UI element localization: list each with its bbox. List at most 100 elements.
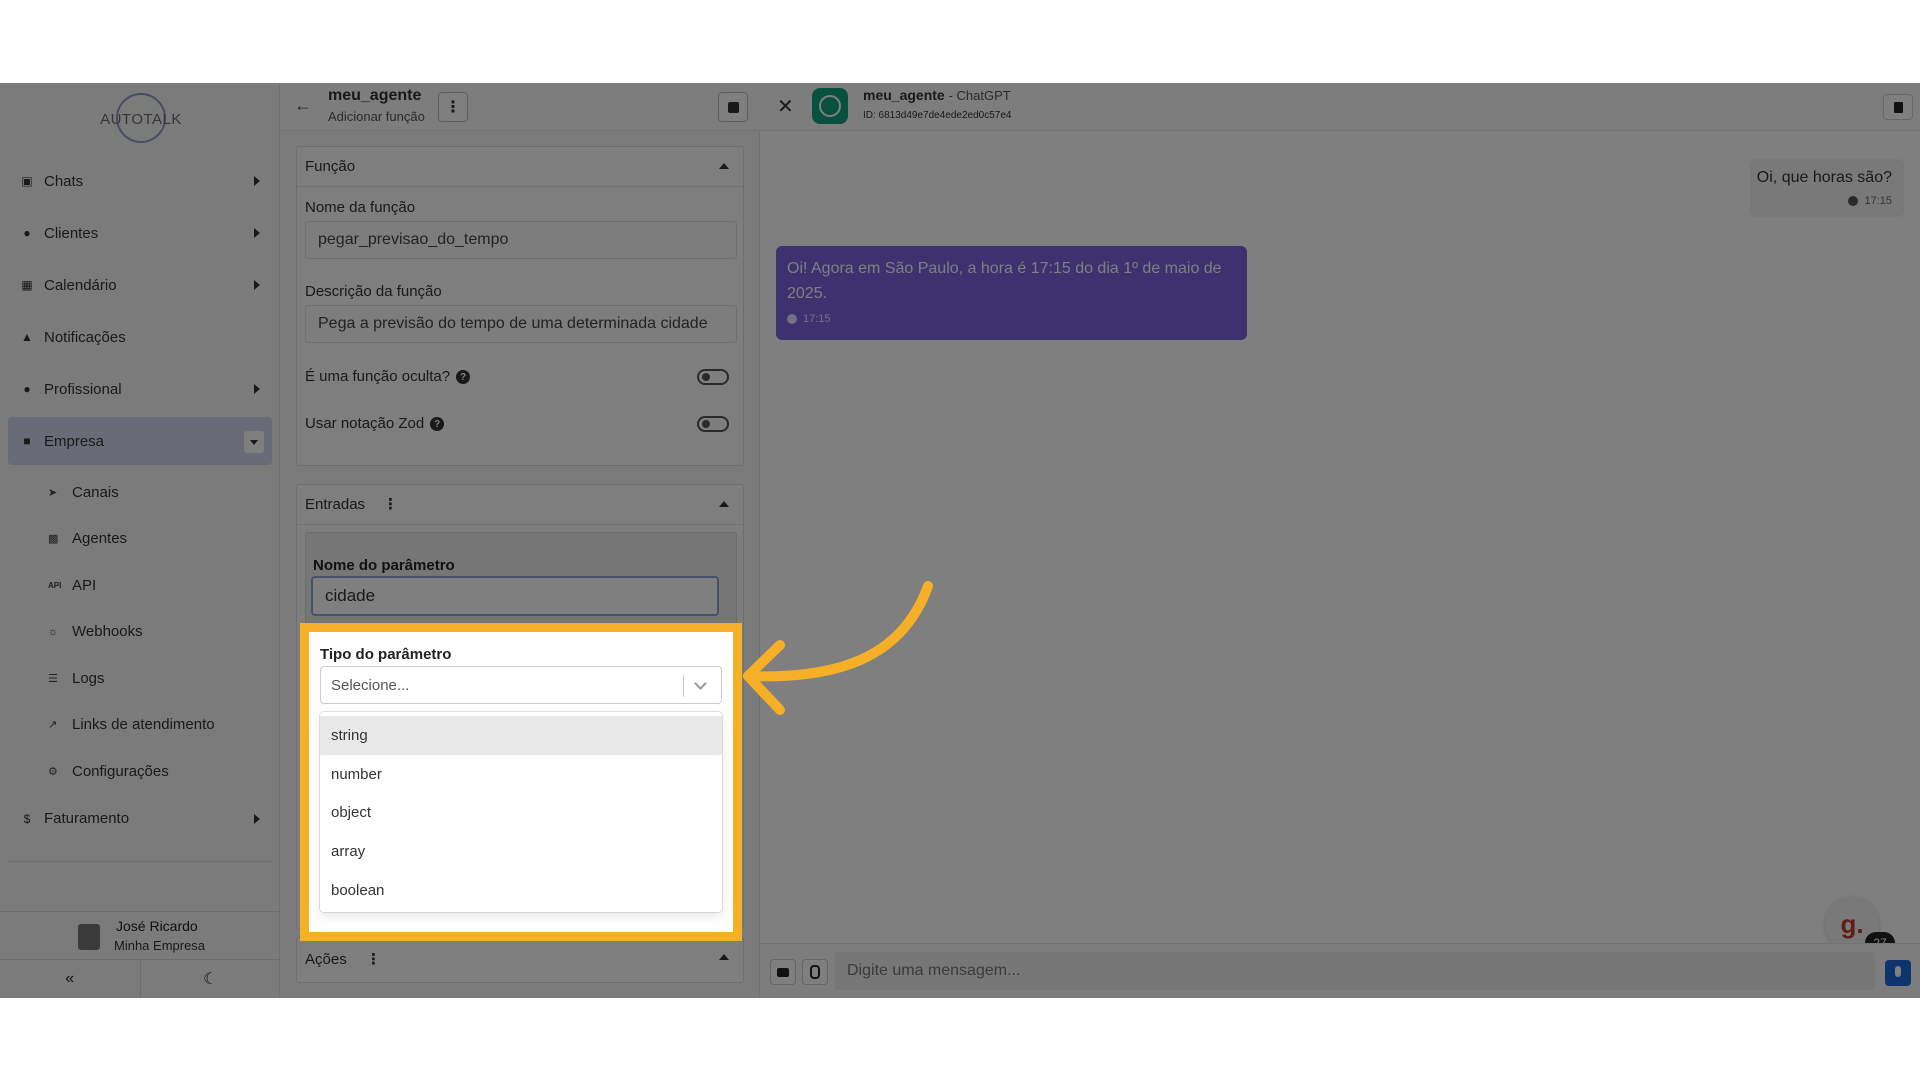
parameter-type-menu: string number object array boolean — [320, 712, 722, 912]
subitem-label: Logs — [72, 669, 105, 687]
users-icon: ● — [23, 226, 31, 240]
option-boolean[interactable]: boolean — [320, 871, 722, 910]
card-title: Entradas — [305, 496, 366, 513]
acoes-card[interactable]: Ações ⋮ — [296, 937, 744, 983]
message-time: 17:15 — [1848, 195, 1892, 207]
bell-icon: ▲ — [21, 330, 33, 344]
list-icon: ☰ — [48, 672, 58, 685]
option-object[interactable]: object — [320, 793, 722, 832]
option-string[interactable]: string — [320, 716, 722, 755]
sidebar-subitem-links-atendimento[interactable]: ↗ Links de atendimento — [8, 702, 272, 749]
sidebar-item-clientes[interactable]: ● Clientes — [8, 209, 272, 257]
card-title: Função — [305, 158, 356, 175]
chat-icon: ▣ — [21, 174, 33, 188]
app-window: AUTOTALK ▣ Chats ● Clientes ▦ Calendário… — [0, 83, 1920, 998]
sidebar-item-label: Calendário — [44, 276, 117, 294]
moon-icon: ☾ — [203, 971, 218, 988]
sidebar-item-faturamento[interactable]: $ Faturamento — [8, 795, 272, 843]
function-description-input[interactable]: Pega a previsão do tempo de uma determin… — [305, 305, 737, 343]
parameter-type-select[interactable]: Selecione... — [320, 666, 722, 704]
gear-icon: ⚙ — [48, 765, 58, 778]
api-icon: API — [48, 580, 62, 590]
save-button[interactable] — [718, 92, 748, 122]
dark-mode-button[interactable]: ☾ — [141, 960, 281, 998]
user-avatar — [78, 924, 100, 950]
option-array[interactable]: array — [320, 832, 722, 871]
bot-id: ID: 6813d49e7de4ede2ed0c57e4 — [863, 110, 1012, 121]
chat-header: ✕ meu_agente - ChatGPT ID: 6813d49e7de4e… — [760, 83, 1920, 131]
sidebar-item-label: Empresa — [44, 432, 105, 450]
clock-icon — [787, 314, 797, 325]
funcao-card-header[interactable]: Função — [297, 147, 743, 187]
sidebar-item-empresa[interactable]: ■ Empresa — [8, 417, 272, 465]
close-icon[interactable]: ✕ — [777, 94, 794, 119]
sidebar-subitem-webhooks[interactable]: ☼ Webhooks — [8, 609, 272, 656]
webhook-icon: ☼ — [48, 625, 59, 638]
select-placeholder: Selecione... — [331, 677, 410, 694]
sidebar: AUTOTALK ▣ Chats ● Clientes ▦ Calendário… — [0, 83, 280, 998]
hidden-function-toggle[interactable] — [697, 369, 729, 385]
caret-right-icon — [254, 280, 260, 290]
caret-up-icon[interactable] — [719, 501, 729, 507]
caret-right-icon — [254, 228, 260, 238]
option-number[interactable]: number — [320, 755, 722, 794]
user-name: José Ricardo — [116, 918, 198, 934]
building-icon: ■ — [23, 434, 31, 448]
kebab-icon[interactable]: ⋮ — [366, 950, 381, 968]
clear-chat-button[interactable] — [1883, 94, 1913, 120]
parameter-name-label: Nome do parâmetro — [313, 557, 455, 574]
sidebar-item-label: Faturamento — [44, 810, 130, 827]
parameter-name-input[interactable]: cidade — [311, 576, 719, 616]
kebab-icon[interactable]: ⋮ — [383, 495, 398, 513]
message-outgoing: Oi, que horas são? 17:15 — [1750, 159, 1904, 217]
sidebar-item-notificacoes[interactable]: ▲ Notificações — [8, 313, 272, 361]
sidebar-subitem-logs[interactable]: ☰ Logs — [8, 655, 272, 702]
sidebar-subitem-agentes[interactable]: ▩ Agentes — [8, 516, 272, 563]
hidden-function-label: É uma função oculta?? — [305, 368, 471, 385]
message-input[interactable] — [835, 952, 1875, 990]
user-tie-icon: ● — [23, 382, 31, 396]
chatgpt-avatar — [812, 88, 848, 124]
sidebar-item-chats[interactable]: ▣ Chats — [8, 157, 272, 205]
subitem-label: Agentes — [72, 530, 128, 548]
caret-up-icon[interactable] — [719, 163, 729, 169]
caret-right-icon — [254, 384, 260, 394]
collapse-sidebar-button[interactable]: « — [0, 960, 141, 998]
sidebar-subitem-api[interactable]: API API — [8, 562, 272, 609]
bot-title: meu_agente - ChatGPT — [863, 87, 1011, 103]
subitem-label: API — [72, 576, 97, 594]
sidebar-subitem-canais[interactable]: ➤ Canais — [8, 469, 272, 516]
microphone-button[interactable] — [1885, 960, 1911, 986]
function-description-label: Descrição da função — [305, 283, 442, 300]
question-icon[interactable]: ? — [456, 370, 471, 385]
message-composer — [760, 943, 1920, 998]
attach-button[interactable] — [802, 959, 828, 985]
back-arrow-icon[interactable]: ← — [294, 95, 312, 116]
badge-letter: g. — [1840, 908, 1864, 939]
function-name-input[interactable]: pegar_previsao_do_tempo — [305, 221, 737, 259]
subitem-label: Configurações — [72, 762, 169, 780]
message-text: Oi, que horas são? — [1756, 169, 1892, 186]
subitem-label: Webhooks — [72, 623, 143, 641]
question-icon[interactable]: ? — [430, 417, 445, 432]
sidebar-subitem-configuracoes[interactable]: ⚙ Configurações — [8, 748, 272, 795]
caret-down-icon[interactable] — [244, 431, 264, 453]
sidebar-item-calendario[interactable]: ▦ Calendário — [8, 261, 272, 309]
card-title: Ações — [305, 951, 347, 968]
clock-icon — [1848, 196, 1859, 207]
chevron-down-icon[interactable] — [694, 677, 707, 690]
entradas-card-header[interactable]: Entradas ⋮ — [297, 485, 743, 525]
sidebar-item-label: Profissional — [44, 380, 122, 398]
message-time: 17:15 — [787, 313, 831, 325]
zod-notation-text: Usar notação Zod — [305, 415, 425, 432]
camera-button[interactable] — [770, 959, 796, 985]
form-subtitle: Adicionar função — [328, 109, 425, 124]
kebab-icon: ⋮ — [445, 99, 461, 116]
sidebar-item-label: Clientes — [44, 224, 99, 242]
more-options-button[interactable]: ⋮ — [438, 92, 468, 122]
caret-up-icon[interactable] — [719, 954, 729, 960]
sidebar-item-profissional[interactable]: ● Profissional — [8, 365, 272, 413]
user-profile[interactable]: José Ricardo Minha Empresa — [0, 911, 280, 959]
rocket-icon: ➤ — [48, 486, 58, 499]
zod-notation-toggle[interactable] — [697, 416, 729, 432]
